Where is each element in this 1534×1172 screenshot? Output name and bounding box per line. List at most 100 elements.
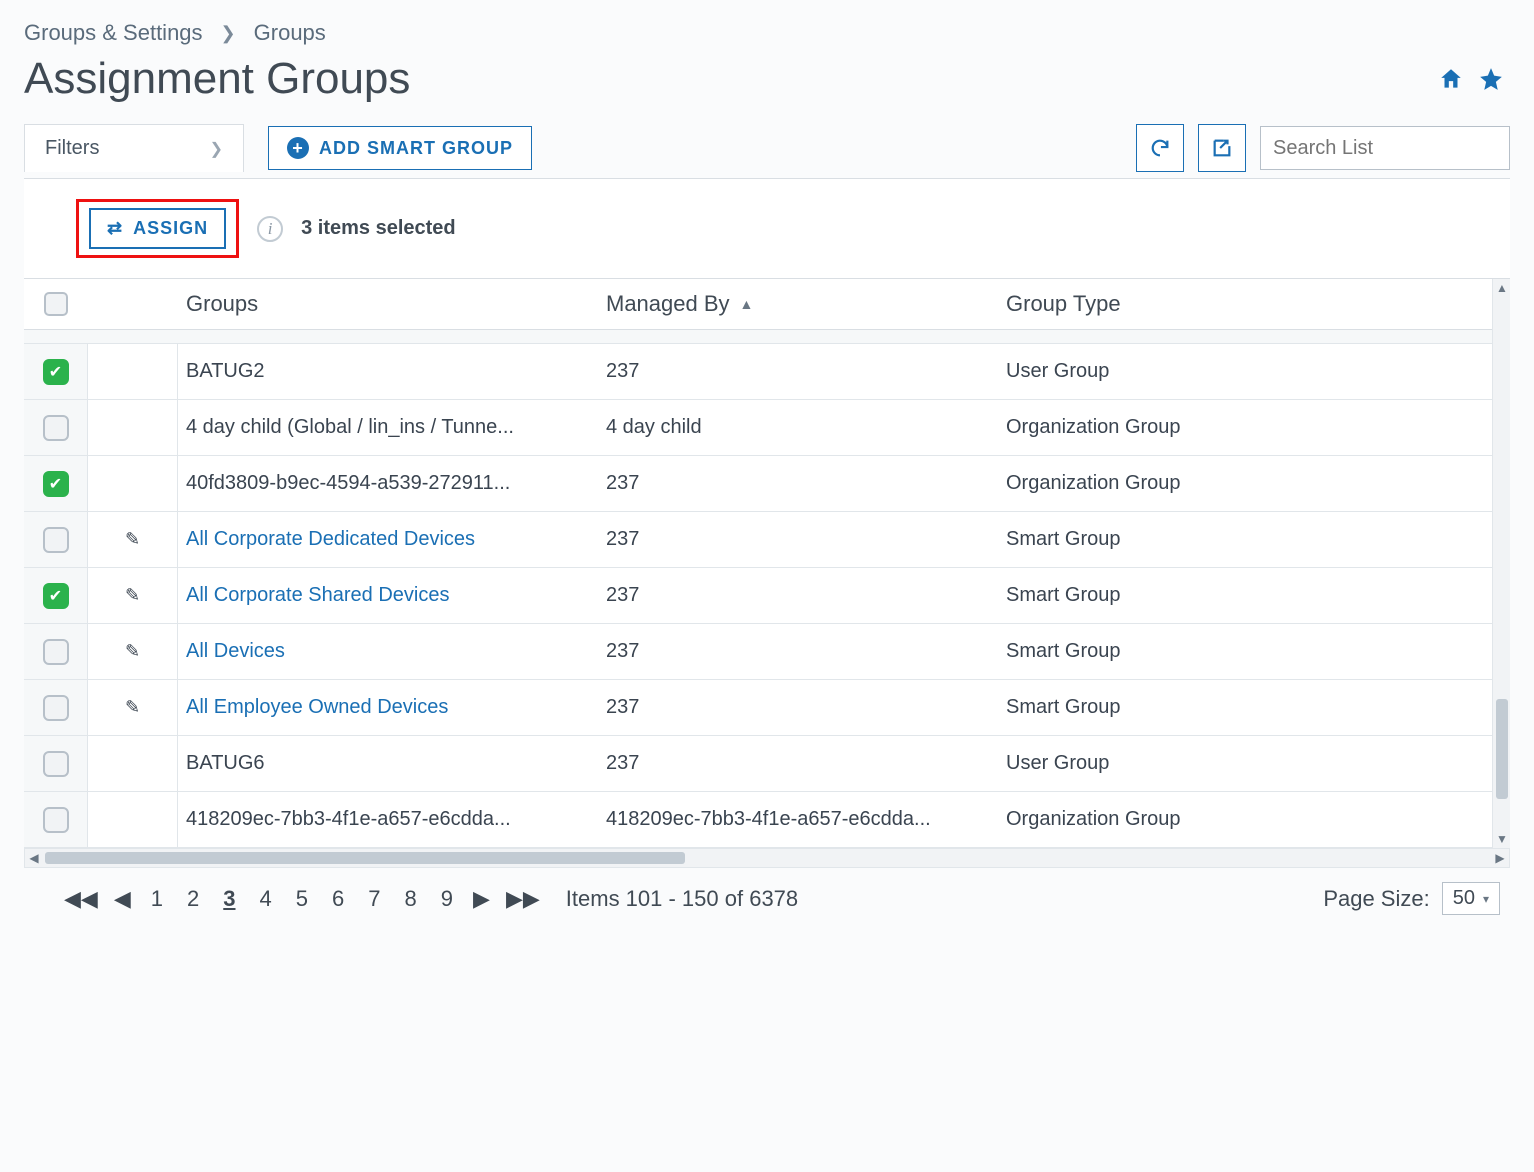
pencil-icon[interactable]: ✎ [125,585,140,606]
plus-circle-icon: + [287,137,309,159]
group-type-cell: Smart Group [998,514,1492,565]
scroll-up-icon[interactable]: ▲ [1496,281,1508,295]
group-type-cell: Organization Group [998,794,1492,845]
managed-by-cell: 237 [598,570,998,621]
home-icon[interactable] [1438,66,1464,92]
table-row: 40fd3809-b9ec-4594-a539-272911...237Orga… [24,456,1510,512]
page-size-label: Page Size: [1323,886,1429,912]
page-number[interactable]: 5 [292,886,312,912]
chevron-right-icon: ❯ [210,139,223,159]
checkbox-cell [24,568,88,623]
scroll-left-icon[interactable]: ◀ [25,851,43,865]
filters-label: Filters [45,137,99,160]
horizontal-scrollbar[interactable]: ◀ ▶ [24,848,1510,868]
selected-count-text: 3 items selected [301,217,456,240]
row-checkbox[interactable] [43,527,69,553]
next-page-button[interactable]: ▶ [473,886,490,912]
page-number[interactable]: 7 [364,886,384,912]
table-header-row: Groups Managed By ▲ Group Type [24,279,1510,330]
first-page-button[interactable]: ◀◀ [64,886,98,912]
horizontal-scroll-track[interactable] [43,851,1491,865]
row-checkbox[interactable] [43,751,69,777]
group-type-cell: Smart Group [998,626,1492,677]
managed-by-header[interactable]: Managed By ▲ [598,279,998,329]
scroll-down-icon[interactable]: ▼ [1496,832,1508,846]
checkbox-cell [24,792,88,847]
page-number[interactable]: 2 [183,886,203,912]
shuffle-icon: ⇄ [107,218,123,239]
vertical-scrollbar[interactable]: ▲ ▼ [1492,279,1510,848]
edit-cell: ✎ [88,512,178,567]
table-body: BATUG2237User Group4 day child (Global /… [24,330,1510,848]
group-name-cell[interactable]: All Corporate Dedicated Devices [178,514,598,565]
page-numbers: 123456789 [147,886,457,912]
edit-cell: ✎ [88,568,178,623]
row-checkbox[interactable] [43,695,69,721]
group-type-header[interactable]: Group Type [998,279,1492,329]
export-button[interactable] [1198,124,1246,172]
table-row: BATUG2237User Group [24,344,1510,400]
page-number[interactable]: 4 [256,886,276,912]
row-checkbox[interactable] [43,807,69,833]
page-number[interactable]: 6 [328,886,348,912]
prev-page-button[interactable]: ◀ [114,886,131,912]
group-name-cell: 40fd3809-b9ec-4594-a539-272911... [178,458,598,509]
group-type-cell: Organization Group [998,458,1492,509]
last-page-button[interactable]: ▶▶ [506,886,540,912]
edit-cell [88,456,178,511]
checkbox-cell [24,736,88,791]
refresh-button[interactable] [1136,124,1184,172]
managed-by-cell: 237 [598,514,998,565]
chevron-down-icon: ▾ [1483,892,1489,906]
page-size-select[interactable]: 50 ▾ [1442,882,1500,915]
search-input[interactable] [1260,126,1510,170]
page-title: Assignment Groups [24,54,410,104]
group-type-cell: Smart Group [998,570,1492,621]
info-icon[interactable]: i [257,216,283,242]
row-checkbox[interactable] [43,471,69,497]
row-checkbox[interactable] [43,415,69,441]
group-name-cell[interactable]: All Corporate Shared Devices [178,570,598,621]
select-all-checkbox[interactable] [44,292,68,316]
group-name-cell[interactable]: All Devices [178,626,598,677]
table-top-strip [24,330,1510,344]
export-icon [1211,137,1233,159]
managed-by-cell: 237 [598,458,998,509]
breadcrumb-current[interactable]: Groups [254,20,326,46]
group-name-cell: BATUG2 [178,346,598,397]
pencil-icon[interactable]: ✎ [125,529,140,550]
groups-header[interactable]: Groups [178,279,598,329]
assign-highlight-box: ⇄ ASSIGN [76,199,239,258]
group-type-cell: User Group [998,738,1492,789]
checkbox-cell [24,624,88,679]
managed-by-cell: 4 day child [598,402,998,453]
horizontal-scroll-thumb[interactable] [45,852,685,864]
checkbox-cell [24,344,88,399]
row-checkbox[interactable] [43,639,69,665]
checkbox-cell [24,456,88,511]
pencil-icon[interactable]: ✎ [125,641,140,662]
page-number[interactable]: 3 [219,886,239,912]
group-name-cell[interactable]: All Employee Owned Devices [178,682,598,733]
page-number[interactable]: 9 [437,886,457,912]
page-number[interactable]: 8 [401,886,421,912]
star-icon[interactable] [1478,66,1504,92]
vertical-scroll-thumb[interactable] [1496,699,1508,799]
row-checkbox[interactable] [43,583,69,609]
scroll-right-icon[interactable]: ▶ [1491,851,1509,865]
assign-button[interactable]: ⇄ ASSIGN [89,208,226,249]
managed-by-cell: 418209ec-7bb3-4f1e-a657-e6cdda... [598,794,998,845]
breadcrumb-root[interactable]: Groups & Settings [24,20,203,46]
action-row: ⇄ ASSIGN i 3 items selected [24,179,1510,278]
managed-by-cell: 237 [598,682,998,733]
edit-cell [88,400,178,455]
add-smart-group-button[interactable]: + ADD SMART GROUP [268,126,532,170]
edit-cell [88,792,178,847]
checkbox-cell [24,680,88,735]
assign-label: ASSIGN [133,218,208,239]
filters-tab[interactable]: Filters ❯ [24,124,244,172]
group-name-cell: BATUG6 [178,738,598,789]
row-checkbox[interactable] [43,359,69,385]
pencil-icon[interactable]: ✎ [125,697,140,718]
page-number[interactable]: 1 [147,886,167,912]
